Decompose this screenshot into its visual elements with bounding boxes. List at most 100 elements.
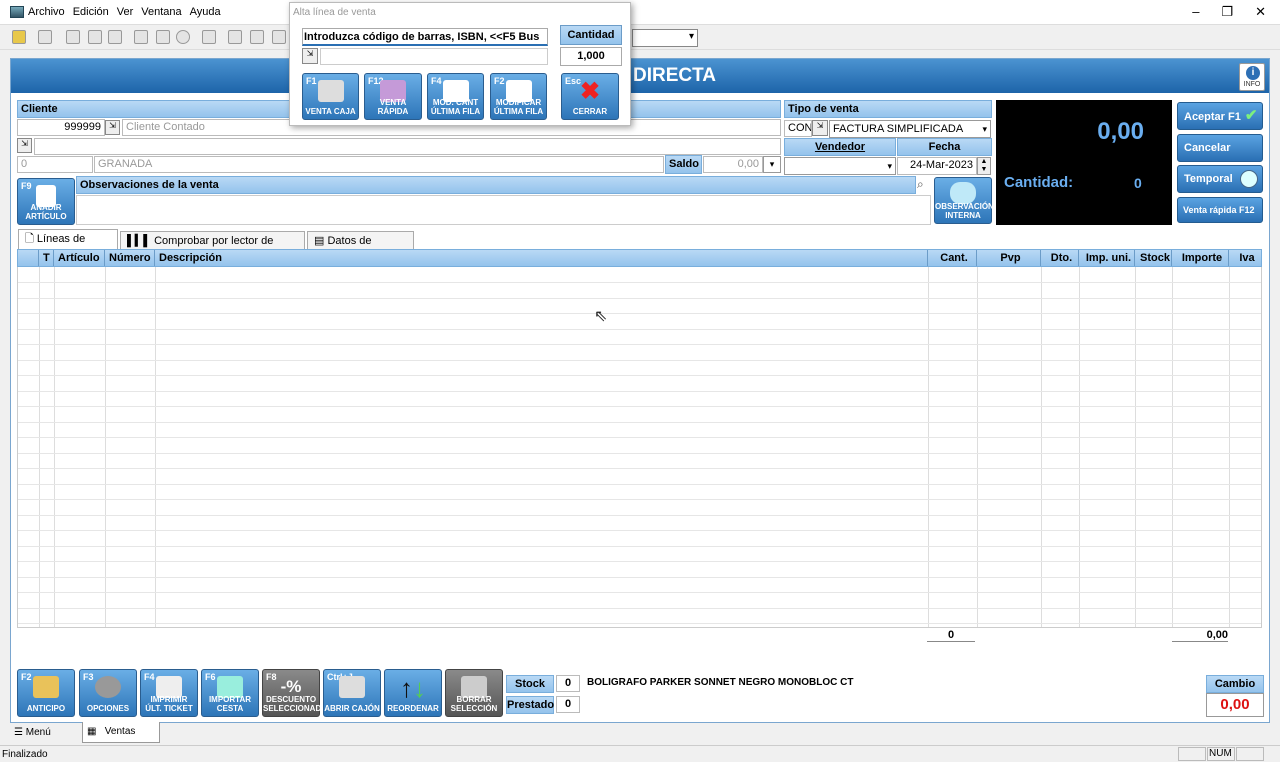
grid-column-line [39,267,40,627]
search-icon[interactable] [176,30,190,44]
tab-ventas[interactable]: ▦ Ventas [82,722,160,743]
info-label: INFO [1243,81,1261,88]
venta-caja-button[interactable]: F1 VENTA CAJA [302,73,359,120]
document-icon[interactable] [38,30,52,44]
col-header[interactable]: Stock [1135,250,1172,266]
city-input[interactable]: GRANADA [94,156,664,173]
mod-cant-button[interactable]: F4 MOD. CANT ÚLTIMA FILA [427,73,484,120]
open-folder-icon[interactable] [12,30,26,44]
status-bar: Finalizado NUM [0,745,1280,762]
toolbar-dropdown[interactable] [632,29,698,47]
page-icon[interactable] [272,30,286,44]
grid-row-line [18,406,1261,407]
scanner-icon[interactable] [202,30,216,44]
cerrar-button[interactable]: Esc ✖ CERRAR [561,73,619,120]
cancelar-button[interactable]: Cancelar Esc✖ [1177,134,1263,181]
gear-icon [95,676,121,698]
fecha-spinner[interactable]: ▲ ▼ [977,157,991,175]
tipo-venta-select[interactable]: FACTURA SIMPLIFICADA ▾ [829,120,991,138]
popup-cantidad-input[interactable]: 1,000 [560,47,622,66]
copy-icon[interactable] [88,30,102,44]
borrar-seleccion-button[interactable]: BORRAR SELECCIÓN [445,669,503,717]
grid-row-line [18,499,1261,500]
status-cell [1236,747,1264,761]
menu-ventana[interactable]: Ventana [141,6,181,18]
col-header[interactable]: Descripción [155,250,928,266]
anadir-articulo-button[interactable]: F9 AÑADIR ARTÍCULO [17,178,75,225]
zip-input[interactable]: 0 [17,156,93,173]
cliente-code-input[interactable]: 999999 [17,119,105,136]
window-icon[interactable] [134,30,148,44]
col-header[interactable]: Dto. [1041,250,1079,266]
popup-title: Alta línea de venta [293,7,376,18]
col-header[interactable]: Número [105,250,155,266]
grid-row-line [18,328,1261,330]
grid-row-line [18,344,1261,345]
app-icon [10,6,24,18]
prestado-value: 0 [556,696,580,713]
grid-row-line [18,437,1261,438]
menu-ayuda[interactable]: Ayuda [190,6,221,18]
col-header[interactable]: Pvp [977,250,1041,266]
reordenar-button[interactable]: ↑↓ REORDENAR [384,669,442,717]
cliente-lookup-button[interactable]: ⇲ [105,120,120,135]
info-button[interactable]: i INFO [1239,63,1265,91]
col-header[interactable]: T [39,250,54,266]
menu-archivo[interactable]: Archivo [28,6,65,18]
col-header[interactable]: Imp. uni. [1079,250,1135,266]
imprimir-ticket-button[interactable]: F4 IMPRIMIR ÚLT. TICKET [140,669,198,717]
tab-menu-inicial[interactable]: ☰ Menú inicial [10,724,78,756]
tipo-venta-value: FACTURA SIMPLIFICADA [833,123,964,135]
barcode-input[interactable] [320,48,548,65]
fecha-input[interactable]: 24-Mar-2023 [897,157,977,175]
observacion-interna-button[interactable]: OBSERVACIÓN INTERNA [934,177,994,224]
vendedor-label: Vendedor [784,138,896,156]
grid-row-line [18,313,1261,314]
grid-body[interactable] [17,267,1262,627]
tipo-venta-code[interactable]: CON [784,120,812,137]
total-display: 0,00 Cantidad: 0 [996,100,1172,225]
aceptar-button[interactable]: Aceptar F1 ✔ [1177,102,1263,130]
cut-icon[interactable] [66,30,80,44]
modificar-fila-button[interactable]: F2 MODIFICAR ÚLTIMA FILA [490,73,547,120]
venta-rapida-popup-button[interactable]: F12 VENTA RÁPIDA [364,73,422,120]
col-header[interactable]: Importe [1172,250,1229,266]
temporal-button[interactable]: Temporal [1177,165,1263,193]
tab-datos-articulo[interactable]: ▤ Datos de artículo [307,231,414,265]
popup-lookup-button[interactable]: ⇲ [302,48,318,64]
paste-icon[interactable] [108,30,122,44]
anticipo-button[interactable]: F2 ANTICIPO [17,669,75,717]
venta-rapida-button[interactable]: Venta rápida F12 [1177,197,1263,223]
address-input[interactable] [34,138,781,155]
col-header[interactable]: Cant. [928,250,977,266]
print-preview-icon[interactable] [250,30,264,44]
restore-button[interactable]: ❐ [1221,4,1233,20]
minimize-button[interactable]: – [1192,4,1199,20]
menu-ver[interactable]: Ver [117,6,134,18]
saldo-dropdown[interactable]: ▾ [763,156,781,173]
tipo-venta-label: Tipo de venta [784,100,992,118]
tab-lineas-venta[interactable]: 🗋 Líneas de venta [18,229,118,263]
col-header[interactable]: Artículo [54,250,105,266]
abrir-cajon-button[interactable]: Ctrl+JABRIR CAJÓN [323,669,381,717]
menu-edicion[interactable]: Edición [73,6,109,18]
tab-comprobar-lector[interactable]: ▌▍▌ Comprobar por lector de códigos [120,231,305,265]
grid-bottom-line [17,627,1262,628]
tipo-venta-lookup-button[interactable]: ⇲ [812,120,828,136]
list-icon: ☰ [14,727,26,738]
print-icon[interactable] [228,30,242,44]
cambio-label: Cambio [1206,675,1264,693]
opciones-button[interactable]: F3 OPCIONES [79,669,137,717]
descuento-button[interactable]: F8 -% DESCUENTO SELECCIONADO [262,669,327,717]
observaciones-textarea[interactable] [76,195,931,225]
close-window-button[interactable]: ✕ [1255,4,1266,20]
vendedor-select[interactable]: ▾ [784,157,896,175]
table-icon[interactable] [156,30,170,44]
address-lookup-button[interactable]: ⇲ [17,138,32,153]
col-header[interactable] [18,250,39,266]
prestado-label: Prestado [506,696,554,714]
magnifier-icon[interactable]: ⌕ [917,177,931,193]
importar-cesta-button[interactable]: F6 IMPORTAR CESTA [201,669,259,717]
col-header[interactable]: Iva [1229,250,1261,266]
grid-row-line [18,607,1261,609]
